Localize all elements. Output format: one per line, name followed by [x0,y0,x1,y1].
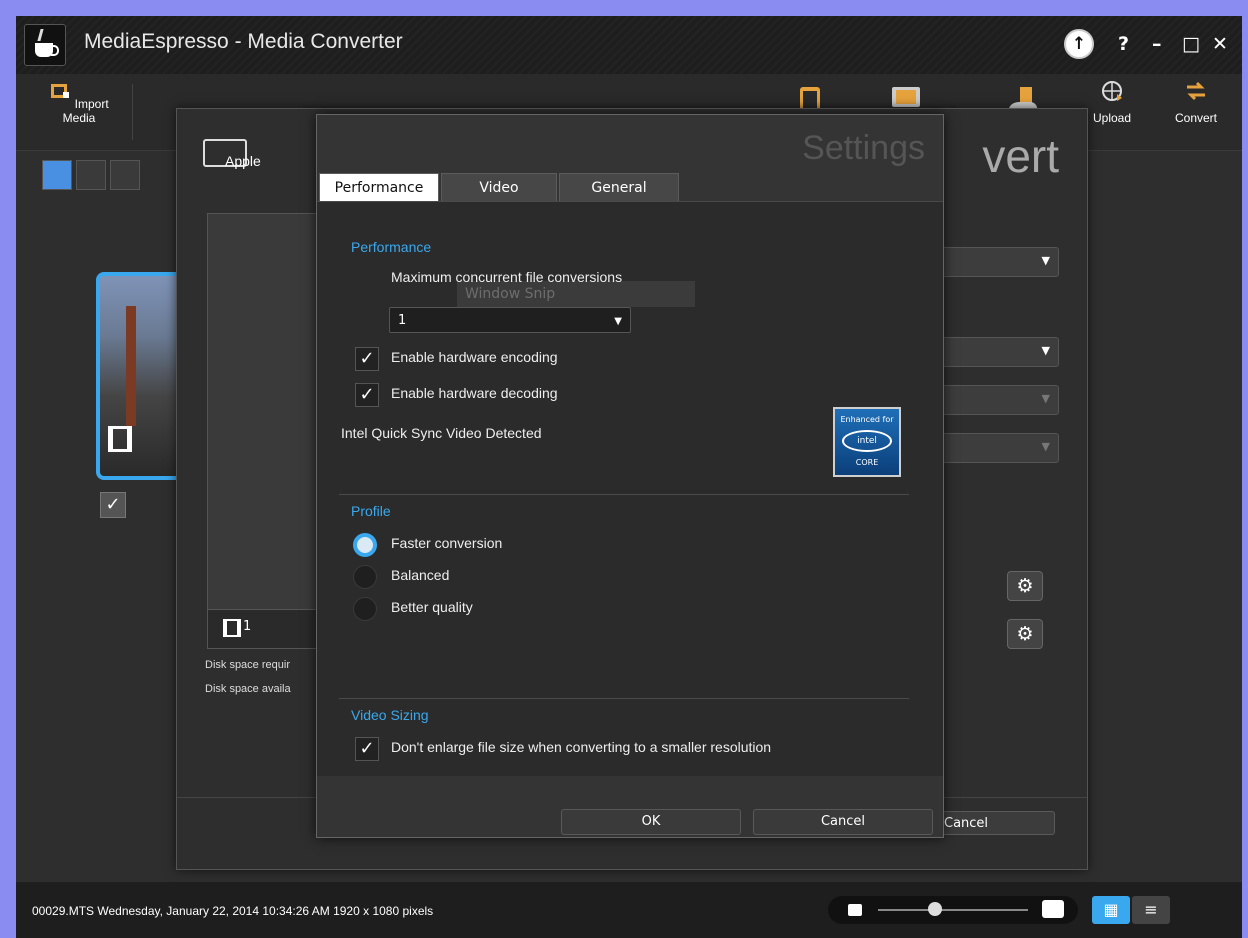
no-enlarge-label: Don't enlarge file size when converting … [391,739,772,755]
disk-space-available: Disk space availa [205,683,291,695]
upgrade-icon[interactable]: ↑ [1064,29,1094,59]
badge-brand-text: intel [842,430,892,452]
media-view-filter [42,160,144,194]
status-bar: 00029.MTS Wednesday, January 22, 2014 10… [16,882,1242,938]
convert-arrows-icon [1187,81,1205,101]
intel-logo-icon: Enhanced for intel CORE [833,407,901,477]
performance-section-title: Performance [351,239,432,255]
main-window: MediaEspresso - Media Converter ↑ ? – □ … [16,16,1242,938]
video-sizing-section-title: Video Sizing [351,707,429,723]
large-thumbnail-icon[interactable] [1042,900,1064,918]
film-strip-icon [108,426,132,452]
tab-performance[interactable]: Performance [319,173,439,201]
settings-cancel-button[interactable]: Cancel [753,809,933,835]
title-bar: MediaEspresso - Media Converter ↑ ? – □ … [16,16,1242,74]
gear-icon[interactable]: ⚙ [1007,571,1043,601]
small-thumbnail-icon[interactable] [848,904,862,916]
minimize-button[interactable]: – [1152,33,1162,55]
slider-track[interactable] [878,909,1028,911]
tab-video[interactable]: Video [441,173,557,201]
settings-dialog: Settings Performance Video General Perform… [316,114,944,838]
faster-conversion-label: Faster conversion [391,535,503,551]
max-conversions-select[interactable]: 1 [389,307,631,335]
convert-dialog-heading: vert [982,130,1059,182]
section-divider [339,698,909,699]
maximize-button[interactable]: □ [1182,33,1200,55]
photo-filter[interactable] [110,160,140,190]
gear-icon[interactable]: ⚙ [1007,619,1043,649]
close-button[interactable]: ✕ [1212,33,1228,55]
bridge-tower-image [126,306,136,426]
file-info: 00029.MTS Wednesday, January 22, 2014 10… [32,904,434,918]
settings-heading: Settings [802,129,925,167]
list-view-icon[interactable]: ≡ [1132,896,1170,924]
settings-tabs: Performance Video General [319,173,681,203]
toolbar-divider [132,84,133,140]
format-dropdown[interactable] [939,337,1059,367]
resolution-dropdown[interactable] [939,433,1059,463]
import-media-button[interactable]: Import Media [34,80,124,125]
coffee-cup-icon [24,24,66,66]
radio-balanced[interactable] [353,565,377,589]
window-snip-overlay: Window Snip [457,281,695,307]
convert-label: Convert [1174,111,1218,125]
profile-section-title: Profile [351,503,391,519]
video-filter[interactable] [76,160,106,190]
disk-space-required: Disk space requir [205,659,290,671]
hw-encoding-checkbox[interactable]: ✓ [355,347,379,371]
media-thumbnail[interactable] [96,272,188,480]
section-divider [339,494,909,495]
better-quality-label: Better quality [391,599,473,615]
upload-button[interactable]: Upload [1082,80,1142,125]
hw-encoding-label: Enable hardware encoding [391,349,558,365]
radio-faster-conversion[interactable] [353,533,377,557]
thumbnail-size-slider[interactable] [828,896,1078,924]
globe-upload-icon [1102,81,1122,101]
import-media-icon [51,84,70,98]
upload-label: Upload [1092,111,1132,125]
file-count: 1 [243,619,252,634]
preview-panel [207,213,329,645]
thumbnail-checkbox[interactable]: ✓ [100,492,126,518]
quick-sync-detected: Intel Quick Sync Video Detected [341,425,542,441]
badge-bottom-text: CORE [855,458,879,467]
window-title: MediaEspresso - Media Converter [84,30,403,53]
quality-dropdown[interactable] [939,385,1059,415]
help-button[interactable]: ? [1118,33,1129,55]
device-label: Apple [225,153,261,169]
no-enlarge-checkbox[interactable]: ✓ [355,737,379,761]
convert-cancel-button[interactable]: Cancel [939,811,1055,835]
film-strip-icon [223,619,241,637]
slider-handle[interactable] [928,902,942,916]
balanced-label: Balanced [391,567,450,583]
badge-top-text: Enhanced for [840,415,894,424]
hw-decoding-label: Enable hardware decoding [391,385,558,401]
grid-view-icon[interactable]: ▦ [1092,896,1130,924]
ok-button[interactable]: OK [561,809,741,835]
all-media-filter[interactable] [42,160,72,190]
radio-better-quality[interactable] [353,597,377,621]
profile-dropdown[interactable] [939,247,1059,277]
convert-button[interactable]: Convert [1166,80,1226,125]
tab-general[interactable]: General [559,173,679,201]
hw-decoding-checkbox[interactable]: ✓ [355,383,379,407]
